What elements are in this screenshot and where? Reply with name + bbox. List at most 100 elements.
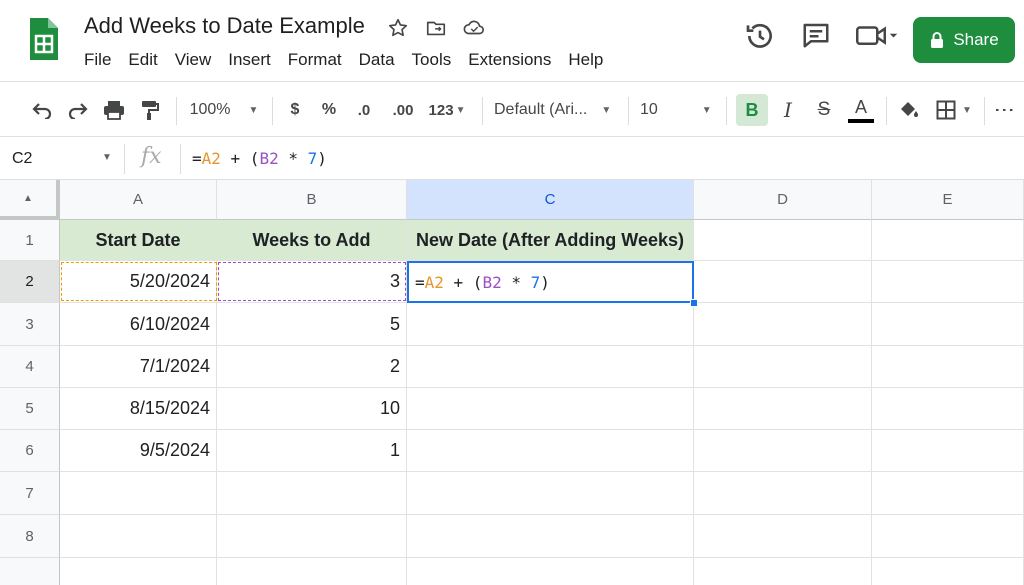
row-header-8[interactable]: 8 xyxy=(0,515,60,558)
share-button[interactable]: Share xyxy=(913,17,1015,63)
sheets-logo-icon[interactable] xyxy=(26,14,60,64)
borders-icon[interactable]: ▼ xyxy=(932,97,976,123)
currency-format-button[interactable]: $ xyxy=(284,97,306,123)
column-header-c[interactable]: C xyxy=(407,180,694,220)
menu-extensions[interactable]: Extensions xyxy=(468,50,551,70)
cell-e1[interactable] xyxy=(872,220,1024,261)
italic-button[interactable]: I xyxy=(776,97,800,123)
print-icon[interactable] xyxy=(100,97,128,123)
cell-a7[interactable] xyxy=(60,472,217,515)
cell-b3[interactable]: 5 xyxy=(217,303,407,346)
cell-a1[interactable]: Start Date xyxy=(60,220,217,261)
percent-format-button[interactable]: % xyxy=(318,97,340,123)
cell-a3[interactable]: 6/10/2024 xyxy=(60,303,217,346)
menu-help[interactable]: Help xyxy=(568,50,603,70)
row-header-9[interactable] xyxy=(0,558,60,585)
decrease-decimal-button[interactable]: .0 xyxy=(350,97,378,123)
select-all-corner[interactable]: ▲ xyxy=(0,180,60,220)
undo-icon[interactable] xyxy=(28,97,56,123)
cell-b4[interactable]: 2 xyxy=(217,346,407,388)
row-header-2[interactable]: 2 xyxy=(0,261,60,303)
menu-insert[interactable]: Insert xyxy=(228,50,271,70)
cell-c6[interactable] xyxy=(407,430,694,472)
menu-tools[interactable]: Tools xyxy=(412,50,452,70)
cell-e4[interactable] xyxy=(872,346,1024,388)
more-options-icon[interactable]: ⋮ xyxy=(992,99,1018,121)
column-header-e[interactable]: E xyxy=(872,180,1024,220)
cell-c8[interactable] xyxy=(407,515,694,558)
move-to-folder-icon[interactable] xyxy=(422,14,450,42)
cell-e6[interactable] xyxy=(872,430,1024,472)
column-header-a[interactable]: A xyxy=(60,180,217,220)
cell-d1[interactable] xyxy=(694,220,872,261)
redo-icon[interactable] xyxy=(64,97,92,123)
cell-a5[interactable]: 8/15/2024 xyxy=(60,388,217,430)
cell-d7[interactable] xyxy=(694,472,872,515)
cell-a4[interactable]: 7/1/2024 xyxy=(60,346,217,388)
menu-format[interactable]: Format xyxy=(288,50,342,70)
version-history-icon[interactable] xyxy=(744,20,776,52)
cell-e2[interactable] xyxy=(872,261,1024,303)
cell-c4[interactable] xyxy=(407,346,694,388)
cell-d8[interactable] xyxy=(694,515,872,558)
cell-b5[interactable]: 10 xyxy=(217,388,407,430)
cell-c1[interactable]: New Date (After Adding Weeks) xyxy=(407,220,694,261)
cell-e8[interactable] xyxy=(872,515,1024,558)
font-family-select[interactable]: Default (Ari... ▼ xyxy=(494,97,618,123)
cell-c9[interactable] xyxy=(407,558,694,585)
comments-icon[interactable] xyxy=(801,20,831,50)
cloud-status-icon[interactable] xyxy=(460,14,488,42)
menu-edit[interactable]: Edit xyxy=(128,50,157,70)
cell-e7[interactable] xyxy=(872,472,1024,515)
cell-a8[interactable] xyxy=(60,515,217,558)
cell-d6[interactable] xyxy=(694,430,872,472)
cell-b7[interactable] xyxy=(217,472,407,515)
cell-b2[interactable]: 3 xyxy=(217,261,407,303)
cell-d4[interactable] xyxy=(694,346,872,388)
column-header-d[interactable]: D xyxy=(694,180,872,220)
cell-c3[interactable] xyxy=(407,303,694,346)
column-header-b[interactable]: B xyxy=(217,180,407,220)
row-header-1[interactable]: 1 xyxy=(0,220,60,261)
meet-icon[interactable] xyxy=(853,20,899,50)
chevron-down-icon[interactable]: ▼ xyxy=(102,152,112,163)
row-header-4[interactable]: 4 xyxy=(0,346,60,388)
text-color-button[interactable]: A xyxy=(846,93,876,127)
strikethrough-button[interactable]: S xyxy=(812,97,836,123)
cell-e9[interactable] xyxy=(872,558,1024,585)
fill-handle[interactable] xyxy=(690,299,698,307)
document-title[interactable]: Add Weeks to Date Example xyxy=(84,13,365,39)
cell-b8[interactable] xyxy=(217,515,407,558)
row-header-6[interactable]: 6 xyxy=(0,430,60,472)
cell-a2[interactable]: 5/20/2024 xyxy=(60,261,217,303)
paint-format-icon[interactable] xyxy=(136,97,164,123)
cell-b6[interactable]: 1 xyxy=(217,430,407,472)
row-header-7[interactable]: 7 xyxy=(0,472,60,515)
cell-e5[interactable] xyxy=(872,388,1024,430)
menu-data[interactable]: Data xyxy=(359,50,395,70)
name-box[interactable]: C2 xyxy=(12,150,32,168)
cell-d9[interactable] xyxy=(694,558,872,585)
bold-button[interactable]: B xyxy=(736,94,768,126)
cell-d3[interactable] xyxy=(694,303,872,346)
fill-color-icon[interactable] xyxy=(896,97,922,123)
menu-view[interactable]: View xyxy=(175,50,212,70)
formula-input[interactable]: =A2 + (B2 * 7) xyxy=(192,149,327,168)
active-cell-editor[interactable]: = A2 + (B2 * 7) xyxy=(407,261,694,303)
font-size-select[interactable]: 10 ▼ xyxy=(640,97,720,123)
star-icon[interactable] xyxy=(384,14,412,42)
cell-a9[interactable] xyxy=(60,558,217,585)
cell-d2[interactable] xyxy=(694,261,872,303)
row-header-5[interactable]: 5 xyxy=(0,388,60,430)
cell-a6[interactable]: 9/5/2024 xyxy=(60,430,217,472)
zoom-select[interactable]: 100% ▼ xyxy=(186,97,262,123)
cell-c7[interactable] xyxy=(407,472,694,515)
increase-decimal-button[interactable]: .00 xyxy=(388,97,418,123)
cell-c5[interactable] xyxy=(407,388,694,430)
cell-b9[interactable] xyxy=(217,558,407,585)
menu-file[interactable]: File xyxy=(84,50,111,70)
cell-e3[interactable] xyxy=(872,303,1024,346)
row-header-3[interactable]: 3 xyxy=(0,303,60,346)
more-formats-button[interactable]: 123 ▼ xyxy=(424,97,470,123)
cell-d5[interactable] xyxy=(694,388,872,430)
